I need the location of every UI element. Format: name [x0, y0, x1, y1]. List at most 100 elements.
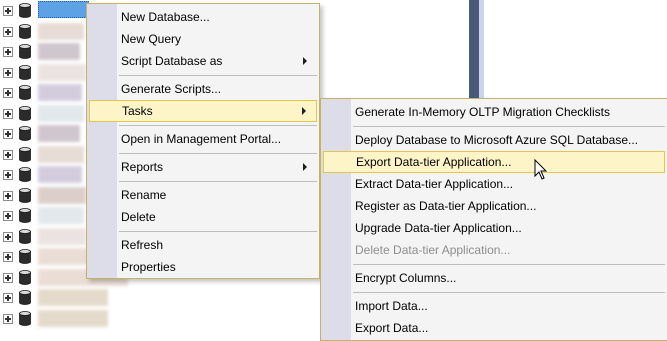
expand-plus-icon[interactable] [3, 108, 13, 119]
menu-item-label: Upgrade Data-tier Application... [355, 221, 522, 235]
menu-item-label: Delete Data-tier Application... [355, 243, 511, 257]
database-icon [19, 208, 31, 223]
menu-item-extract-data-tier-application[interactable]: Extract Data-tier Application... [323, 173, 665, 195]
menu-item-label: New Database... [121, 10, 210, 24]
database-name-blurred [38, 186, 86, 204]
menu-item-upgrade-data-tier-application[interactable]: Upgrade Data-tier Application... [323, 217, 665, 239]
database-icon [19, 187, 31, 203]
menu-separator [353, 126, 665, 127]
expand-plus-icon[interactable] [3, 293, 13, 303]
menu-separator [119, 75, 317, 76]
menu-item-label: Script Database as [121, 54, 223, 68]
mouse-pointer-icon [534, 159, 548, 180]
menu-item-reports[interactable]: Reports [89, 156, 317, 178]
menu-item-label: Reports [121, 160, 164, 174]
database-context-menu: New Database... New Query Script Databas… [86, 3, 320, 279]
expand-plus-icon[interactable] [3, 47, 13, 57]
expand-plus-icon[interactable] [3, 252, 13, 262]
submenu-arrow-icon [303, 57, 307, 65]
menu-item-open-in-management-portal[interactable]: Open in Management Portal... [89, 128, 317, 150]
database-icon [19, 105, 31, 121]
menu-item-generate-in-memory-oltp-checklists[interactable]: Generate In-Memory OLTP Migration Checkl… [323, 101, 665, 123]
database-icon [19, 126, 31, 141]
menu-item-refresh[interactable]: Refresh [89, 234, 317, 256]
database-icon [19, 3, 31, 18]
database-name-blurred [38, 309, 108, 327]
menu-item-generate-scripts[interactable]: Generate Scripts... [89, 78, 317, 100]
database-icon [19, 23, 31, 39]
database-name-blurred [38, 289, 108, 306]
background-panel-edge [469, 0, 479, 100]
menu-separator [119, 153, 317, 154]
database-name-blurred [38, 166, 82, 183]
menu-item-encrypt-columns[interactable]: Encrypt Columns... [323, 267, 665, 289]
menu-item-label: Import Data... [355, 299, 428, 313]
menu-item-script-database-as[interactable]: Script Database as [89, 50, 317, 72]
database-icon [19, 249, 31, 264]
submenu-arrow-icon [302, 107, 306, 115]
menu-item-rename[interactable]: Rename [89, 184, 317, 206]
menu-item-label: Tasks [122, 104, 153, 118]
menu-item-label: Refresh [121, 238, 164, 252]
expand-plus-icon[interactable] [3, 129, 13, 139]
menu-item-label: Rename [121, 188, 167, 202]
menu-separator [119, 231, 317, 232]
database-name-blurred [38, 22, 84, 40]
database-name-blurred [38, 125, 80, 142]
menu-item-label: Export Data-tier Application... [356, 155, 512, 169]
menu-item-label: Properties [121, 260, 176, 274]
database-name-blurred [38, 63, 86, 81]
expand-plus-icon[interactable] [3, 88, 13, 98]
menu-item-deploy-to-azure-sql[interactable]: Deploy Database to Microsoft Azure SQL D… [323, 129, 665, 151]
expand-plus-icon[interactable] [3, 313, 13, 324]
database-icon [19, 269, 31, 285]
menu-item-label: Generate In-Memory OLTP Migration Checkl… [355, 105, 610, 119]
menu-separator [353, 264, 665, 265]
expand-plus-icon[interactable] [3, 272, 13, 283]
menu-item-label: New Query [121, 32, 182, 46]
database-icon [19, 64, 31, 80]
selected-database-label[interactable] [38, 1, 89, 18]
menu-item-import-data[interactable]: Import Data... [323, 295, 665, 317]
tree-node-database[interactable] [0, 308, 200, 330]
menu-separator [119, 181, 317, 182]
expand-plus-icon[interactable] [3, 149, 13, 160]
background-panel-border [479, 0, 484, 100]
database-name-blurred [38, 207, 84, 224]
menu-item-new-query[interactable]: New Query [89, 28, 317, 50]
menu-item-delete-data-tier-application[interactable]: Delete Data-tier Application... [323, 239, 665, 261]
expand-plus-icon[interactable] [3, 6, 13, 16]
menu-item-label: Extract Data-tier Application... [355, 177, 514, 191]
database-icon [19, 290, 31, 305]
database-icon [19, 310, 31, 326]
expand-plus-icon[interactable] [3, 67, 13, 78]
tasks-submenu: Generate In-Memory OLTP Migration Checkl… [320, 98, 667, 341]
expand-plus-icon[interactable] [3, 211, 13, 221]
menu-item-tasks[interactable]: Tasks [89, 100, 317, 122]
expand-plus-icon[interactable] [3, 231, 13, 242]
menu-item-new-database[interactable]: New Database... [89, 6, 317, 28]
menu-item-label: Encrypt Columns... [355, 271, 457, 285]
menu-item-label: Open in Management Portal... [121, 132, 282, 146]
menu-item-delete[interactable]: Delete [89, 206, 317, 228]
menu-item-label: Deploy Database to Microsoft Azure SQL D… [355, 133, 639, 147]
expand-plus-icon[interactable] [3, 26, 13, 37]
database-icon [19, 228, 31, 244]
menu-item-export-data[interactable]: Export Data... [323, 317, 665, 339]
submenu-arrow-icon [303, 163, 307, 171]
menu-item-label: Register as Data-tier Application... [355, 199, 537, 213]
database-name-blurred [38, 104, 84, 122]
database-icon [19, 85, 31, 100]
menu-item-register-data-tier-application[interactable]: Register as Data-tier Application... [323, 195, 665, 217]
menu-item-export-data-tier-application[interactable]: Export Data-tier Application... [323, 151, 665, 173]
database-icon [19, 167, 31, 182]
expand-plus-icon[interactable] [3, 190, 13, 201]
database-icon [19, 44, 31, 59]
menu-separator [119, 125, 317, 126]
tree-node-database[interactable] [0, 287, 200, 309]
menu-item-properties[interactable]: Properties [89, 256, 317, 278]
expand-plus-icon[interactable] [3, 170, 13, 180]
database-name-blurred [38, 145, 84, 163]
menu-separator [353, 292, 665, 293]
menu-item-label: Export Data... [355, 321, 429, 335]
